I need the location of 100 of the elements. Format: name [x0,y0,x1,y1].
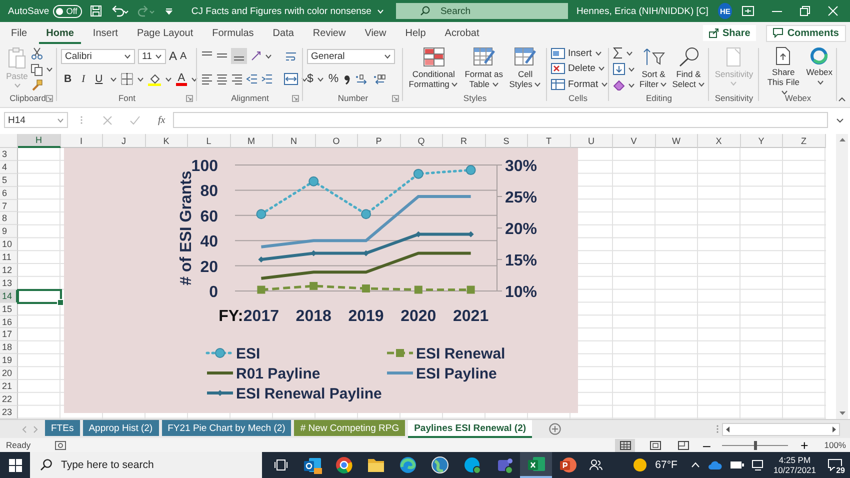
search-field[interactable]: Search [396,3,568,19]
shrink-font-button[interactable]: A [180,50,187,62]
column-header[interactable]: K [146,134,188,148]
row-header[interactable]: 18 [0,341,18,354]
underline-button[interactable]: U [92,71,106,87]
legend-label: ESI [236,346,260,362]
sheet-tab[interactable]: FTEs [45,420,80,436]
clock[interactable]: 4:25 PM 10/27/2021 [773,455,816,475]
ribbon-tab[interactable]: Formulas [205,22,261,44]
column-header[interactable]: Q [400,134,443,148]
row-header[interactable]: 10 [0,238,18,252]
row-header[interactable]: 23 [0,406,18,419]
sheet-tab[interactable]: Paylines ESI Renewal (2) [408,420,532,438]
share-button[interactable]: Share [702,25,756,41]
weather-temperature[interactable]: 67°F [655,459,678,471]
row-header[interactable]: 22 [0,392,18,406]
cell-styles-button[interactable]: Cell Styles [508,47,543,91]
insert-function-button[interactable]: fx [158,114,166,126]
row-header[interactable]: 3 [0,148,18,161]
column-header[interactable]: X [698,134,740,148]
secondary-axis-tick-label: 20% [505,221,538,238]
ribbon-tab[interactable]: Insert [86,22,125,44]
font-name-dropdown[interactable]: Calibri [61,48,135,64]
sheet-tab[interactable]: FY21 Pie Chart by Mech (2) [162,420,292,436]
row-header[interactable]: 13 [0,276,18,290]
italic-button[interactable]: I [78,71,88,87]
sheet-tab[interactable]: Approp Hist (2) [82,420,159,436]
row-header[interactable]: 8 [0,212,18,226]
sheet-tab[interactable]: # New Competing RPG [294,420,406,436]
column-header[interactable]: I [60,134,103,148]
column-header[interactable]: T [528,134,570,148]
column-header[interactable]: Y [740,134,783,148]
row-header[interactable]: 6 [0,186,18,200]
row-header[interactable]: 9 [0,225,18,238]
column-header[interactable]: M [230,134,273,148]
ribbon-tab[interactable]: Data [266,22,301,44]
row-header[interactable]: 4 [0,160,18,174]
sort-filter-button[interactable]: Sort & Filter [637,47,670,91]
webex-button[interactable]: Webex [806,47,833,91]
column-header[interactable]: Z [783,134,826,148]
column-header[interactable]: J [103,134,146,148]
sensitivity-button: Sensitivity [714,47,754,91]
zoom-out-button[interactable]: – [697,436,716,454]
percent-button[interactable]: % [328,73,339,85]
row-header[interactable]: 19 [0,354,18,368]
column-header[interactable]: W [656,134,698,148]
format-as-table-button[interactable]: Format as Table [462,47,506,91]
legend-label: R01 Payline [236,366,320,382]
ribbon-tab[interactable]: Page Layout [130,22,200,44]
row-header[interactable]: 21 [0,380,18,393]
column-header[interactable]: U [570,134,613,148]
bold-button[interactable]: B [61,71,75,87]
x-axis-tick-label: 2018 [296,308,332,325]
row-header[interactable]: 17 [0,328,18,342]
conditional-formatting-button[interactable]: Conditional Formatting [407,47,460,91]
row-header[interactable]: 5 [0,174,18,187]
column-header[interactable]: R [443,134,486,148]
ribbon-tab[interactable]: Acrobat [438,22,486,44]
zoom-in-button[interactable]: + [794,436,814,454]
row-header[interactable]: 12 [0,264,18,277]
row-header[interactable]: 16 [0,316,18,328]
user-name[interactable]: Hennes, Erica (NIH/NIDDK) [C] [576,6,708,16]
delete-button[interactable]: Delete [551,62,605,76]
font-color-button[interactable]: A [176,72,188,86]
comments-button[interactable]: Comments [766,24,846,42]
ribbon-tab[interactable]: Review [306,22,353,44]
autosave-label: AutoSave [8,6,50,16]
notification-button[interactable]: 29 [824,454,846,476]
column-header[interactable]: H [18,134,60,148]
currency-button[interactable]: $ [307,73,314,85]
column-header[interactable]: S [486,134,528,148]
row-header[interactable]: 7 [0,200,18,212]
legend-label: ESI Renewal Payline [236,386,382,402]
taskbar-search-field[interactable]: Type here to search [30,452,262,478]
ribbon-tab[interactable]: Help [398,22,433,44]
ribbon-tab[interactable]: File [4,22,34,44]
row-header[interactable]: 20 [0,367,18,380]
autosave-toggle[interactable]: Off [53,4,82,18]
zoom-level[interactable]: 100% [824,440,846,450]
name-box[interactable]: H14 [4,112,68,128]
format-button[interactable]: Format [551,78,605,91]
clock-time: 4:25 PM [778,455,811,465]
find-select-button[interactable]: Find & Select [672,47,705,91]
font-size-dropdown[interactable]: 11 [138,48,166,64]
column-header[interactable]: P [358,134,400,148]
grow-font-button[interactable]: A [169,49,178,63]
column-header[interactable]: O [316,134,358,148]
row-header[interactable]: 11 [0,251,18,264]
column-header[interactable]: V [613,134,656,148]
document-title[interactable]: CJ Facts and Figures rwith color nonsense [191,6,384,16]
insert-button[interactable]: Insert [551,47,605,60]
ribbon-tab[interactable]: View [358,22,394,44]
share-file-button[interactable]: Share This File [763,47,804,91]
column-header[interactable]: N [273,134,316,148]
column-header[interactable]: L [188,134,230,148]
group-label: Font [118,93,136,103]
number-format-dropdown[interactable]: General [307,48,395,64]
row-header[interactable]: 15 [0,302,18,316]
ribbon-tab[interactable]: Home [39,22,81,44]
x-axis-tick-label: 2019 [348,308,384,325]
